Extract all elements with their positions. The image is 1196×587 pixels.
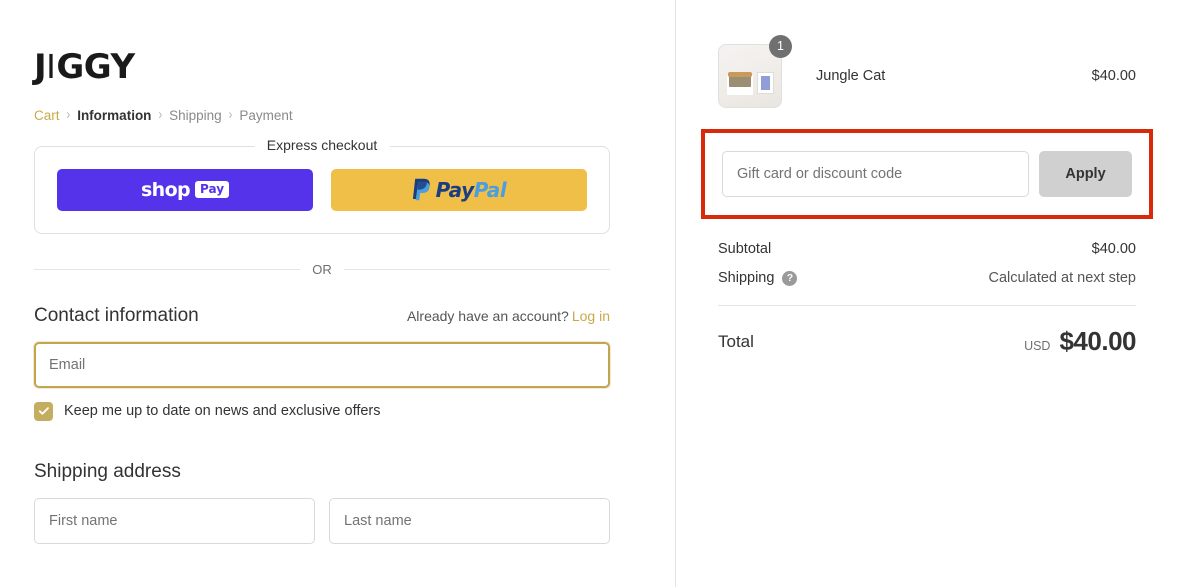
breadcrumb: Cart › Information › Shipping › Payment — [34, 106, 610, 124]
chevron-right-icon: › — [158, 106, 163, 124]
breadcrumb-item-payment: Payment — [239, 108, 293, 123]
breadcrumb-item-shipping: Shipping — [169, 108, 222, 123]
order-summary-panel: 1 Jungle Cat $40.00 Apply Subtotal $40.0… — [676, 0, 1195, 587]
order-line-item: 1 Jungle Cat $40.00 — [718, 35, 1136, 108]
or-label: OR — [312, 261, 332, 277]
checkout-page: JIGGY Cart › Information › Shipping › Pa… — [0, 0, 1196, 587]
product-price: $40.00 — [1091, 68, 1136, 84]
order-totals: Subtotal $40.00 Shipping ? Calculated at… — [718, 241, 1136, 357]
thumbnail-art-shape — [761, 76, 770, 90]
grand-total-amount: $40.00 — [1059, 326, 1136, 356]
thumbnail-frame-shape — [757, 72, 774, 94]
name-fields-row — [34, 497, 610, 544]
newsletter-label: Keep me up to date on news and exclusive… — [64, 403, 381, 419]
breadcrumb-item-information: Information — [77, 108, 152, 123]
express-checkout-section: Express checkout shop Pay PayPal — [34, 136, 610, 234]
shop-pay-button[interactable]: shop Pay — [57, 168, 313, 211]
checkout-form-panel: JIGGY Cart › Information › Shipping › Pa… — [0, 0, 676, 587]
divider-line-right — [343, 268, 610, 270]
discount-code-highlight-box: Apply — [701, 129, 1153, 219]
thumbnail-box-shape — [729, 76, 751, 87]
email-input[interactable] — [34, 341, 610, 388]
account-prompt: Already have an account? Log in — [407, 308, 610, 324]
shipping-address-header: Shipping address — [34, 461, 610, 483]
product-name: Jungle Cat — [816, 68, 886, 84]
chevron-right-icon: › — [66, 106, 71, 124]
paypal-p-icon — [412, 178, 430, 201]
thumbnail-lid-shape — [728, 72, 752, 77]
shop-pay-wordmark: shop — [140, 178, 191, 201]
contact-information-header: Contact information Already have an acco… — [34, 305, 610, 327]
chevron-right-icon: › — [228, 106, 233, 124]
totals-divider — [718, 305, 1136, 306]
grand-total-label: Total — [718, 331, 754, 351]
store-logo-text: JIGGY — [34, 47, 135, 87]
divider-line-left — [34, 268, 301, 270]
discount-code-input[interactable] — [722, 151, 1029, 197]
subtotal-value: $40.00 — [1091, 241, 1136, 257]
shipping-label: Shipping — [718, 270, 775, 286]
grand-total-amount-group: USD $40.00 — [1024, 326, 1136, 357]
apply-discount-button[interactable]: Apply — [1039, 151, 1132, 197]
newsletter-opt-in-row[interactable]: Keep me up to date on news and exclusive… — [34, 401, 610, 421]
log-in-link[interactable]: Log in — [572, 308, 610, 324]
product-thumbnail-wrap: 1 — [718, 35, 792, 108]
paypal-logo: PayPal — [412, 178, 507, 202]
email-field-row — [34, 341, 610, 388]
paypal-wordmark: PayPal — [435, 177, 507, 202]
quantity-badge: 1 — [769, 35, 792, 58]
help-icon[interactable]: ? — [782, 270, 798, 286]
shipping-address-title: Shipping address — [34, 460, 181, 482]
account-prompt-text: Already have an account? — [406, 307, 569, 324]
or-divider: OR — [34, 262, 610, 277]
currency-code: USD — [1024, 339, 1051, 353]
store-logo[interactable]: JIGGY — [34, 44, 610, 90]
breadcrumb-item-cart[interactable]: Cart — [34, 109, 60, 123]
contact-information-title: Contact information — [34, 304, 199, 326]
shop-pay-chip: Pay — [195, 181, 230, 198]
paypal-button[interactable]: PayPal — [331, 168, 587, 211]
shipping-label-group: Shipping ? — [718, 270, 798, 286]
subtotal-label: Subtotal — [718, 241, 772, 257]
subtotal-row: Subtotal $40.00 — [718, 241, 1136, 257]
check-icon — [38, 407, 49, 415]
last-name-input[interactable] — [329, 497, 610, 544]
grand-total-row: Total USD $40.00 — [718, 326, 1136, 357]
first-name-input[interactable] — [34, 497, 315, 544]
shipping-value: Calculated at next step — [988, 270, 1136, 286]
newsletter-checkbox[interactable] — [34, 401, 53, 421]
discount-code-row: Apply — [722, 151, 1132, 197]
shop-pay-logo: shop Pay — [140, 178, 230, 201]
express-checkout-label: Express checkout — [254, 136, 390, 153]
shipping-row: Shipping ? Calculated at next step — [718, 270, 1136, 286]
